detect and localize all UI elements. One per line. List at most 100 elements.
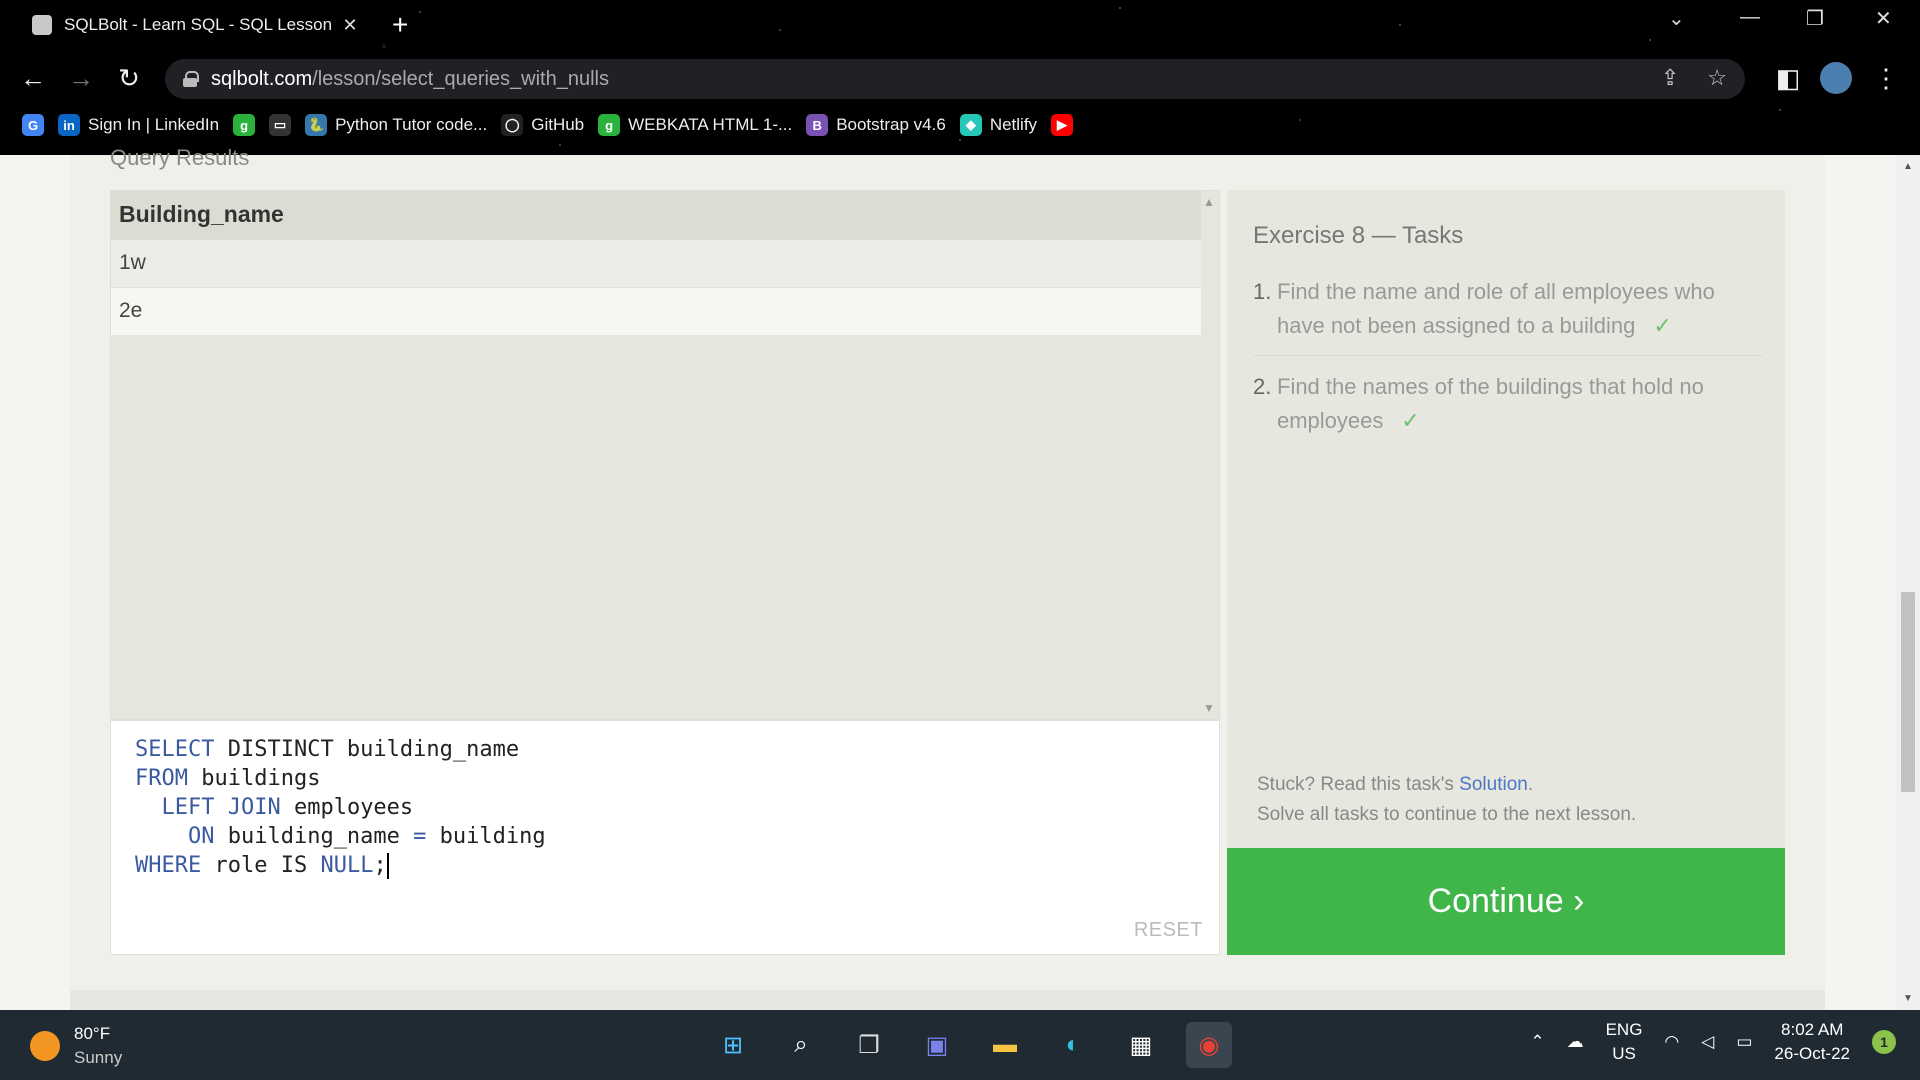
file-explorer-icon[interactable]: ▬ xyxy=(982,1022,1028,1068)
task-view-icon[interactable]: ❐ xyxy=(846,1022,892,1068)
table-row: 2e xyxy=(111,286,1201,335)
temperature: 80°F xyxy=(74,1024,111,1043)
page-scrollbar[interactable]: ▲ ▼ xyxy=(1896,155,1920,1010)
teams-chat-icon[interactable]: ▣ xyxy=(914,1022,960,1068)
bookmark-item[interactable]: G xyxy=(22,114,44,136)
weather-widget[interactable]: 80°F Sunny xyxy=(30,1022,122,1070)
bookmark-item[interactable]: B Bootstrap v4.6 xyxy=(806,114,946,136)
guvi-icon: g xyxy=(233,114,256,136)
share-icon[interactable]: ⇪ xyxy=(1661,65,1679,91)
results-table: Building_name 1w 2e xyxy=(111,191,1201,335)
check-icon: ✓ xyxy=(1653,313,1672,338)
bookmark-label: Bootstrap v4.6 xyxy=(836,115,946,134)
scrollbar-thumb[interactable] xyxy=(1901,592,1915,792)
bookmark-star-icon[interactable]: ☆ xyxy=(1707,65,1727,91)
forward-icon[interactable]: → xyxy=(63,60,99,96)
bookmark-label: WEBKATA HTML 1-... xyxy=(628,115,793,134)
check-icon: ✓ xyxy=(1401,408,1420,433)
task-text: Find the names of the buildings that hol… xyxy=(1277,374,1704,433)
bookmark-item[interactable]: in Sign In | LinkedIn xyxy=(58,114,219,136)
scroll-down-icon[interactable]: ▼ xyxy=(1896,993,1920,1004)
table-cell: 1w xyxy=(111,238,1201,287)
system-tray: ⌃ ☁ ENG US ◠ ◁ ▭ 8:02 AM 26-Oct-22 1 xyxy=(1530,1018,1896,1066)
chevron-up-icon[interactable]: ⌃ xyxy=(1530,1032,1544,1052)
results-scrollbar[interactable]: ▲ ▼ xyxy=(1199,191,1219,719)
scroll-up-icon[interactable]: ▲ xyxy=(1896,161,1920,172)
list-item: 1. Find the name and role of all employe… xyxy=(1253,275,1763,356)
profile-avatar[interactable] xyxy=(1820,62,1852,94)
windows-start-icon[interactable]: ⊞ xyxy=(710,1022,756,1068)
tab-search-icon[interactable]: ⌄ xyxy=(1668,6,1685,31)
search-icon[interactable]: ⌕ xyxy=(778,1022,824,1068)
windows-taskbar: 80°F Sunny ⊞ ⌕ ❐ ▣ ▬ ◐ ▦ ◉ ⌃ ☁ ENG US ◠ … xyxy=(0,1010,1920,1080)
bookmark-item[interactable]: ▶ xyxy=(1051,114,1074,136)
scroll-up-icon[interactable]: ▲ xyxy=(1199,195,1219,209)
bootstrap-icon: B xyxy=(806,114,829,136)
guvi-icon: g xyxy=(598,114,621,136)
restore-icon[interactable]: ❐ xyxy=(1806,6,1824,31)
bookmark-item[interactable]: ◯ GitHub xyxy=(501,114,584,136)
side-panel-icon[interactable]: ◧ xyxy=(1770,60,1806,96)
python-icon: 🐍 xyxy=(305,114,328,136)
clock[interactable]: 8:02 AM 26-Oct-22 xyxy=(1774,1018,1850,1066)
close-window-icon[interactable]: ✕ xyxy=(1875,6,1892,31)
query-results-panel: Building_name 1w 2e ▲ ▼ xyxy=(110,190,1220,720)
navigation-bar: ← → ↻ sqlbolt.com/lesson/select_queries_… xyxy=(0,56,1920,100)
table-cell: 2e xyxy=(111,286,1201,335)
chrome-icon[interactable]: ◉ xyxy=(1186,1022,1232,1068)
tasks-title: Exercise 8 — Tasks xyxy=(1253,222,1464,249)
browser-tab[interactable]: SQLBolt - Learn SQL - SQL Lesson ✕ xyxy=(20,8,360,42)
bookmark-item[interactable]: 🐍 Python Tutor code... xyxy=(305,114,487,136)
sun-icon xyxy=(30,1031,60,1061)
notification-badge[interactable]: 1 xyxy=(1872,1030,1896,1054)
sql-editor[interactable]: SELECT DISTINCT building_name FROM build… xyxy=(110,720,1220,955)
onedrive-icon[interactable]: ☁ xyxy=(1567,1032,1584,1052)
wifi-icon[interactable]: ◠ xyxy=(1664,1032,1679,1052)
bookmark-label: Netlify xyxy=(989,115,1038,134)
table-row: 1w xyxy=(111,238,1201,287)
column-header: Building_name xyxy=(111,191,1201,239)
page-icon: ▭ xyxy=(269,114,292,136)
list-item: 2. Find the names of the buildings that … xyxy=(1253,374,1704,433)
bookmark-item[interactable]: ▭ xyxy=(269,114,292,136)
tasks-panel: Exercise 8 — Tasks 1. Find the name and … xyxy=(1227,190,1785,850)
stuck-hint: Stuck? Read this task's Solution. Solve … xyxy=(1257,774,1637,825)
reload-icon[interactable]: ↻ xyxy=(111,60,147,96)
lock-icon[interactable] xyxy=(183,71,199,87)
google-icon: G xyxy=(22,114,44,136)
edge-icon[interactable]: ◐ xyxy=(1050,1022,1096,1068)
browser-chrome: SQLBolt - Learn SQL - SQL Lesson ✕ + ⌄ —… xyxy=(0,0,1920,155)
bookmark-item[interactable]: g WEBKATA HTML 1-... xyxy=(598,114,792,136)
weather-condition: Sunny xyxy=(74,1048,123,1067)
github-icon: ◯ xyxy=(501,114,524,136)
tab-title: SQLBolt - Learn SQL - SQL Lesson xyxy=(64,15,333,34)
url-host: sqlbolt.com xyxy=(211,67,313,90)
close-tab-icon[interactable]: ✕ xyxy=(340,15,360,36)
reset-button[interactable]: RESET xyxy=(1134,919,1203,942)
bookmarks-bar: Gin Sign In | LinkedIn g ▭ 🐍 Python Tutor cod… xyxy=(0,110,1920,140)
back-icon[interactable]: ← xyxy=(15,60,51,96)
sql-code[interactable]: SELECT DISTINCT building_name FROM build… xyxy=(135,735,546,880)
store-icon[interactable]: ▦ xyxy=(1118,1022,1164,1068)
page-footer-edge xyxy=(70,990,1825,1010)
scroll-down-icon[interactable]: ▼ xyxy=(1199,701,1219,715)
sqlbolt-favicon-icon xyxy=(32,15,52,35)
language-indicator[interactable]: ENG US xyxy=(1606,1018,1643,1066)
taskbar-apps: ⊞ ⌕ ❐ ▣ ▬ ◐ ▦ ◉ xyxy=(710,1022,1232,1068)
bookmark-item[interactable]: g xyxy=(233,114,256,136)
address-bar[interactable]: sqlbolt.com/lesson/select_queries_with_n… xyxy=(165,59,1745,99)
bookmark-label: Sign In | LinkedIn xyxy=(88,115,220,134)
bookmark-label: Python Tutor code... xyxy=(335,115,488,134)
minimize-icon[interactable]: — xyxy=(1740,6,1760,29)
menu-icon[interactable]: ⋮ xyxy=(1868,60,1904,96)
volume-icon[interactable]: ◁ xyxy=(1701,1032,1714,1052)
solution-link[interactable]: Solution xyxy=(1459,774,1528,795)
battery-icon[interactable]: ▭ xyxy=(1736,1032,1752,1052)
netlify-icon: ◆ xyxy=(959,114,982,136)
continue-button[interactable]: Continue › xyxy=(1227,848,1785,955)
new-tab-button[interactable]: + xyxy=(392,8,408,42)
solve-all-text: Solve all tasks to continue to the next … xyxy=(1257,804,1637,825)
bookmark-item[interactable]: ◆ Netlify xyxy=(959,114,1038,136)
task-text: Find the name and role of all employees … xyxy=(1277,279,1715,338)
bookmark-label: GitHub xyxy=(531,115,585,134)
